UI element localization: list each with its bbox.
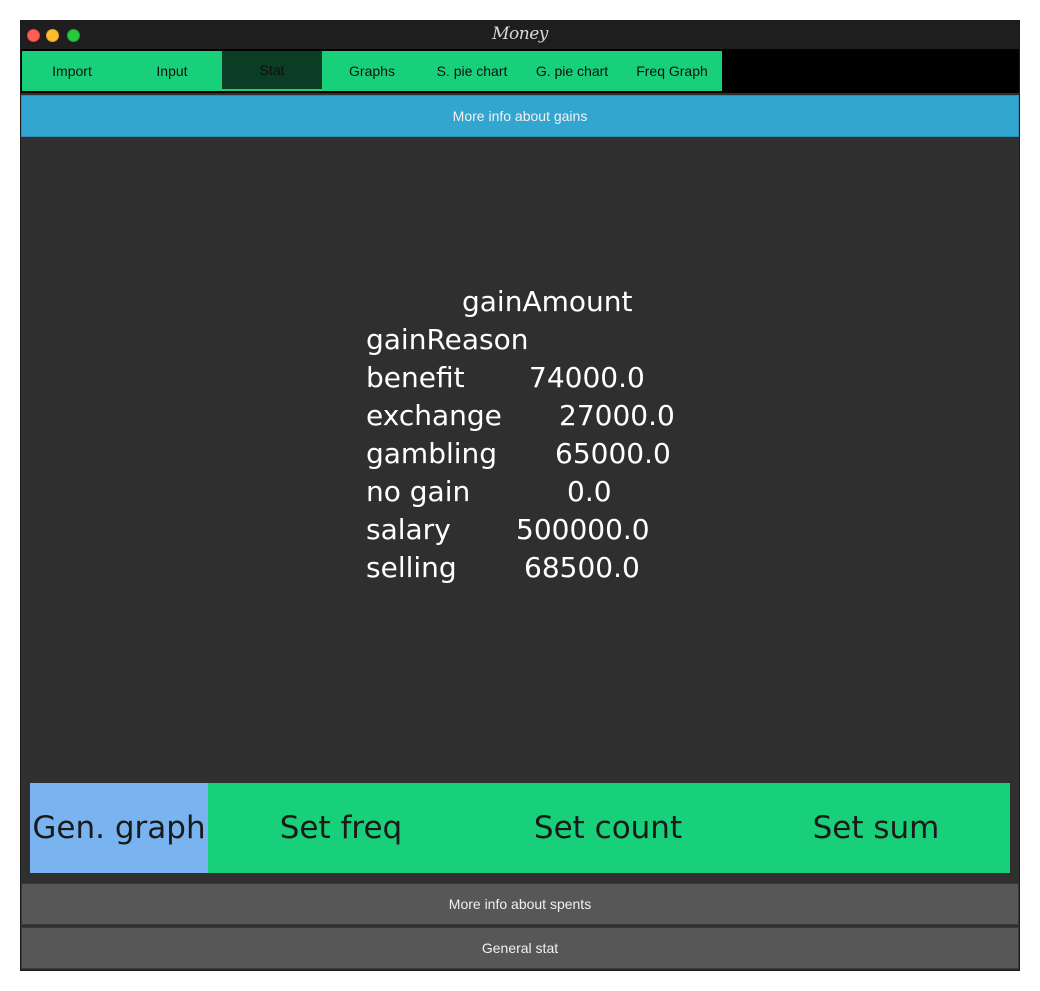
gain-reason: selling <box>366 551 457 584</box>
tab-s-pie-chart[interactable]: S. pie chart <box>422 51 522 91</box>
gain-amount: 27000.0 <box>559 399 675 432</box>
set-freq-button[interactable]: Set freq <box>208 783 474 873</box>
more-info-gains-button[interactable]: More info about gains <box>21 95 1019 137</box>
gain-amount: 65000.0 <box>555 437 671 470</box>
gain-reason: exchange <box>366 399 502 432</box>
gain-amount: 500000.0 <box>516 513 650 546</box>
general-stat-button[interactable]: General stat <box>21 927 1019 969</box>
gain-reason: salary <box>366 513 451 546</box>
action-button-row: Gen. graph Set freq Set count Set sum <box>30 783 1010 873</box>
column-header: gainAmount <box>462 285 633 318</box>
window-title: Money <box>492 24 548 44</box>
title-bar: Money <box>21 21 1019 49</box>
gain-reason: gambling <box>366 437 498 470</box>
gen-graph-button[interactable]: Gen. graph <box>30 783 208 873</box>
gain-amount: 68500.0 <box>524 551 640 584</box>
gain-reason: benefit <box>366 361 465 394</box>
gain-amount: 74000.0 <box>529 361 645 394</box>
tab-import[interactable]: Import <box>22 51 122 91</box>
index-header: gainReason <box>366 323 529 356</box>
gain-amount: 0.0 <box>567 475 612 508</box>
tab-stat[interactable]: Stat <box>222 51 322 91</box>
more-info-spents-button[interactable]: More info about spents <box>21 883 1019 925</box>
set-count-button[interactable]: Set count <box>474 783 742 873</box>
tab-bar: Import Input Stat Graphs S. pie chart G.… <box>21 49 1019 93</box>
tab-graphs[interactable]: Graphs <box>322 51 422 91</box>
tab-freq-graph[interactable]: Freq Graph <box>622 51 722 91</box>
set-sum-button[interactable]: Set sum <box>742 783 1010 873</box>
tab-input[interactable]: Input <box>122 51 222 91</box>
app-window: Money Import Input Stat Graphs S. pie ch… <box>20 20 1020 971</box>
gain-reason: no gain <box>366 475 471 508</box>
tab-g-pie-chart[interactable]: G. pie chart <box>522 51 622 91</box>
